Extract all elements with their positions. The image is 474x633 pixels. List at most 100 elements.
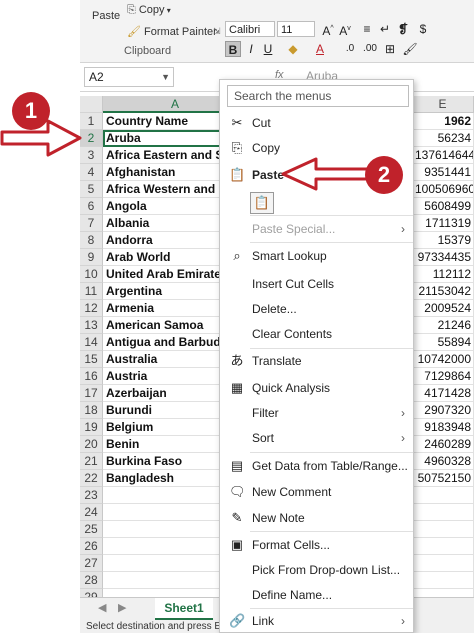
select-all-corner[interactable] xyxy=(80,96,103,113)
cell-e[interactable]: 55894 xyxy=(412,334,474,351)
decrease-decimal-icon[interactable]: .0 xyxy=(342,41,358,57)
menu-item-filter[interactable]: Filter › xyxy=(220,402,413,424)
row-header[interactable]: 6 xyxy=(80,198,103,215)
menu-item-sort[interactable]: Sort › xyxy=(220,427,413,449)
cell-e[interactable] xyxy=(412,555,474,572)
wrap-text-icon[interactable]: ↵ xyxy=(377,21,393,37)
menu-item-new-note[interactable]: ✎ New Note xyxy=(220,507,413,529)
row-header[interactable]: 16 xyxy=(80,368,103,385)
row-header[interactable]: 14 xyxy=(80,334,103,351)
cell-e[interactable] xyxy=(412,538,474,555)
align-icon[interactable]: ≡ xyxy=(359,21,375,37)
merge-icon[interactable]: ⊞ xyxy=(382,41,398,57)
cell-e[interactable]: 4171428 xyxy=(412,385,474,402)
paragraph-icon[interactable]: ❡ xyxy=(395,21,411,37)
cell-e[interactable]: 15379 xyxy=(412,232,474,249)
menu-item-delete[interactable]: Delete... xyxy=(220,298,413,320)
row-header[interactable]: 10 xyxy=(80,266,103,283)
dialog-launcher-icon[interactable]: ⇲ xyxy=(213,26,221,37)
menu-item-cut[interactable]: ✂ Cut xyxy=(220,112,413,134)
row-header[interactable]: 27 xyxy=(80,555,103,572)
menu-search-input[interactable]: Search the menus xyxy=(227,85,409,107)
row-header[interactable]: 15 xyxy=(80,351,103,368)
format-painter-button[interactable]: 🖌 Format Painter xyxy=(127,25,217,38)
row-header[interactable]: 23 xyxy=(80,487,103,504)
row-header[interactable]: 9 xyxy=(80,249,103,266)
cell-e[interactable]: 21246 xyxy=(412,317,474,334)
italic-button[interactable]: I xyxy=(243,41,259,57)
currency-icon[interactable]: $ xyxy=(415,21,431,37)
menu-item-smart-lookup[interactable]: ⌕ Smart Lookup xyxy=(220,245,413,267)
row-header[interactable]: 7 xyxy=(80,215,103,232)
row-header[interactable]: 28 xyxy=(80,572,103,589)
menu-item-get-data-from-table-range[interactable]: ▤ Get Data from Table/Range... xyxy=(220,455,413,477)
menu-item-translate[interactable]: あ Translate xyxy=(220,350,413,372)
menu-item-link[interactable]: 🔗 Link › xyxy=(220,610,413,632)
row-header[interactable]: 13 xyxy=(80,317,103,334)
prev-sheet-icon[interactable]: ◀ xyxy=(98,601,106,614)
paste-button[interactable]: Paste xyxy=(92,10,120,22)
row-header[interactable]: 4 xyxy=(80,164,103,181)
font-color-button[interactable]: A xyxy=(312,41,328,57)
cell-e[interactable]: 4960328 xyxy=(412,453,474,470)
cell-e[interactable]: 10742000 xyxy=(412,351,474,368)
cell-e[interactable]: 112112 xyxy=(412,266,474,283)
increase-decimal-icon[interactable]: .00 xyxy=(362,41,378,57)
menu-item-pick-from-drop-down-list[interactable]: Pick From Drop-down List... xyxy=(220,559,413,581)
cell-e[interactable]: 56234 xyxy=(412,130,474,147)
row-header[interactable]: 26 xyxy=(80,538,103,555)
menu-item-insert-cut-cells[interactable]: Insert Cut Cells xyxy=(220,273,413,295)
row-header[interactable]: 25 xyxy=(80,521,103,538)
cell-e[interactable]: 9183948 xyxy=(412,419,474,436)
cell-e[interactable]: 9351441 xyxy=(412,164,474,181)
copy-button[interactable]: ⎘ Copy ▾ xyxy=(127,4,171,17)
sheet-tab-sheet1[interactable]: Sheet1 xyxy=(155,598,213,620)
cell-e[interactable]: 2907320 xyxy=(412,402,474,419)
row-header[interactable]: 5 xyxy=(80,181,103,198)
row-header[interactable]: 11 xyxy=(80,283,103,300)
cell-e[interactable]: 97334435 xyxy=(412,249,474,266)
cell-e[interactable] xyxy=(412,572,474,589)
row-header[interactable]: 1 xyxy=(80,113,103,130)
decrease-font-icon[interactable]: Av xyxy=(337,21,353,38)
cell-e[interactable]: 5608499 xyxy=(412,198,474,215)
bold-button[interactable]: B xyxy=(225,41,241,57)
cell-e[interactable]: 2009524 xyxy=(412,300,474,317)
row-header[interactable]: 22 xyxy=(80,470,103,487)
row-header[interactable]: 2 xyxy=(80,130,103,147)
cell-e[interactable] xyxy=(412,487,474,504)
cell-e[interactable]: 2460289 xyxy=(412,436,474,453)
row-header[interactable]: 3 xyxy=(80,147,103,164)
cell-e[interactable]: 1711319 xyxy=(412,215,474,232)
menu-item-clear-contents[interactable]: Clear Contents xyxy=(220,323,413,345)
fill-color-icon[interactable]: ◆ xyxy=(285,41,301,57)
cell-e[interactable]: 100506960 xyxy=(412,181,474,198)
name-box[interactable]: A2 ▼ xyxy=(84,67,174,87)
row-header[interactable]: 18 xyxy=(80,402,103,419)
cell-e[interactable]: 7129864 xyxy=(412,368,474,385)
cell-e[interactable]: 50752150 xyxy=(412,470,474,487)
row-header[interactable]: 20 xyxy=(80,436,103,453)
row-header[interactable]: 12 xyxy=(80,300,103,317)
cell-e[interactable]: 1962 xyxy=(412,113,474,130)
column-header-e[interactable]: E xyxy=(412,96,474,113)
underline-button[interactable]: U xyxy=(260,41,276,57)
cell-e[interactable] xyxy=(412,521,474,538)
cell-e[interactable]: 137614644 xyxy=(412,147,474,164)
row-header[interactable]: 17 xyxy=(80,385,103,402)
cell-e[interactable] xyxy=(412,504,474,521)
font-name-select[interactable]: Calibri xyxy=(225,21,275,37)
menu-item-paste-special[interactable]: Paste Special... › xyxy=(220,218,413,240)
row-header[interactable]: 24 xyxy=(80,504,103,521)
row-header[interactable]: 8 xyxy=(80,232,103,249)
menu-item-define-name[interactable]: Define Name... xyxy=(220,584,413,606)
cell-styles-icon[interactable]: 🖌 xyxy=(402,41,418,57)
paste-option-icon[interactable]: 📋 xyxy=(250,192,274,214)
font-size-select[interactable]: 11 xyxy=(277,21,315,37)
next-sheet-icon[interactable]: ▶ xyxy=(118,601,126,614)
menu-item-format-cells[interactable]: ▣ Format Cells... xyxy=(220,534,413,556)
row-header[interactable]: 21 xyxy=(80,453,103,470)
menu-item-new-comment[interactable]: 🗨 New Comment xyxy=(220,481,413,503)
menu-item-quick-analysis[interactable]: ▦ Quick Analysis xyxy=(220,377,413,399)
row-header[interactable]: 19 xyxy=(80,419,103,436)
